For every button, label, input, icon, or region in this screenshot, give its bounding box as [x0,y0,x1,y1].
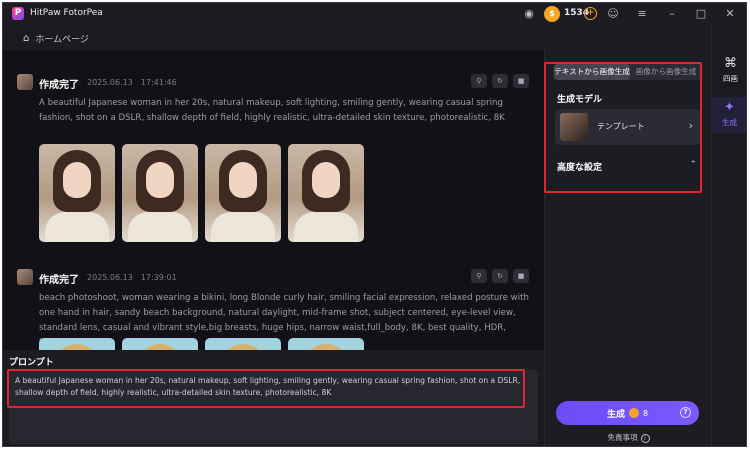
zoom-icon[interactable]: ⚲ [471,74,487,88]
model-section-label: 生成モデル [557,95,603,105]
add-coins-button[interactable]: + [584,7,597,20]
advanced-settings-label[interactable]: 高度な設定 [557,160,602,173]
delete-icon[interactable]: ■ [513,74,529,88]
delete-icon[interactable]: ■ [513,269,529,283]
info-icon[interactable]: i [640,433,650,443]
generated-image[interactable] [288,338,364,350]
model-thumbnail [560,113,588,141]
coin-icon: $ [544,6,560,22]
app-title: HitPaw FotorPea [30,8,103,18]
generated-image[interactable] [39,338,115,350]
generate-button[interactable]: 生成 8 ? [556,401,699,425]
breadcrumb-home[interactable]: ホームページ [35,32,89,45]
home-icon[interactable]: ⌂ [23,33,29,44]
model-selector[interactable]: テンプレート › [555,109,701,145]
title-bar: P HitPaw FotorPea ◉ $ 1534 + ☺ ≡ – □ ✕ [3,3,746,25]
maximize-icon[interactable]: □ [694,6,708,22]
generation-time: 2025.06.13 17:39:01 [87,273,177,282]
generation-actions: ⚲ ↻ ■ [471,74,529,88]
grid-icon: ⌘ [724,56,737,71]
avatar [17,269,33,285]
generated-image[interactable] [205,144,281,242]
generation-images [39,144,364,242]
settings-panel-top [544,25,711,50]
generate-label: 生成 [606,409,625,420]
sidebar-item-label: 四画 [723,74,738,83]
model-name: テンプレート [597,122,645,131]
sparkle-icon: ✦ [724,100,735,115]
coin-icon [628,408,639,418]
generated-image[interactable] [122,338,198,350]
refresh-icon[interactable]: ↻ [492,74,508,88]
chevron-right-icon: › [688,119,693,132]
generated-image[interactable] [39,144,115,242]
gamepad-icon[interactable]: ◉ [522,6,536,22]
prompt-input[interactable]: A beautiful Japanese woman in her 20s, n… [9,370,538,444]
breadcrumb[interactable]: ⌂ ホームページ [23,32,89,45]
generation-item: 作成完了 2025.06.13 17:41:46 ⚲ ↻ ■ A beautif… [17,74,537,274]
tab-image-to-image[interactable]: 画像から画像生成 [630,64,702,80]
avatar [17,74,33,90]
close-icon[interactable]: ✕ [723,6,737,22]
minimize-icon[interactable]: – [665,6,679,22]
sidebar-item-generate[interactable]: ✦ 生成 [712,97,746,133]
generation-time: 2025.06.13 17:41:46 [87,78,177,87]
help-icon[interactable]: ? [680,407,691,418]
menu-icon[interactable]: ≡ [635,6,649,22]
generation-item: 作成完了 2025.06.13 17:39:01 ⚲ ↻ ■ beach pho… [17,269,537,350]
generation-status: 作成完了 [39,80,79,91]
generation-prompt: A beautiful Japanese woman in her 20s, n… [39,98,505,123]
tool-sidebar: ⌘ 四画 ✦ 生成 [711,25,746,446]
generated-image[interactable] [205,338,281,350]
generation-status: 作成完了 [39,275,79,286]
generated-image[interactable] [288,144,364,242]
chevron-up-icon[interactable]: ⌃ [689,160,697,170]
tab-text-to-image[interactable]: テキストから画像生成 [554,64,630,80]
generate-cost: 8 [642,408,649,418]
prompt-panel: プロンプト A beautiful Japanese woman in her … [3,350,544,446]
generation-feed[interactable]: 作成完了 2025.06.13 17:41:46 ⚲ ↻ ■ A beautif… [3,50,544,350]
sidebar-item-grid[interactable]: ⌘ 四画 [712,53,746,89]
prompt-value[interactable]: A beautiful Japanese woman in her 20s, n… [15,375,533,399]
disclaimer-link[interactable]: 免責事項 i [545,432,712,443]
generated-image[interactable] [122,144,198,242]
zoom-icon[interactable]: ⚲ [471,269,487,283]
generation-actions: ⚲ ↻ ■ [471,269,529,283]
settings-panel: テキストから画像生成 画像から画像生成 生成モデル テンプレート › 高度な設定… [544,50,712,446]
generation-images [39,338,364,350]
disclaimer-label[interactable]: 免責事項 [608,433,638,442]
refresh-icon[interactable]: ↻ [492,269,508,283]
sidebar-item-label: 生成 [722,118,737,127]
profile-icon[interactable]: ☺ [606,6,620,22]
app-window: P HitPaw FotorPea ◉ $ 1534 + ☺ ≡ – □ ✕ ⌂… [2,2,747,447]
app-logo-icon: P [12,7,24,20]
prompt-label: プロンプト [9,358,54,368]
mode-tabs: テキストから画像生成 画像から画像生成 [553,64,703,80]
